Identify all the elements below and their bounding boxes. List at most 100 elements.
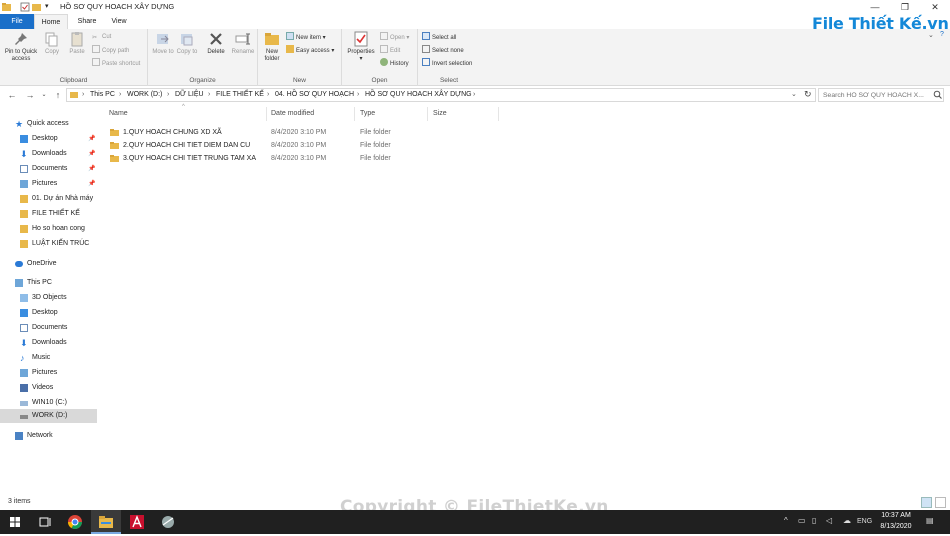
- column-header-date[interactable]: Date modified: [271, 110, 314, 117]
- tab-view[interactable]: View: [104, 14, 134, 29]
- maximize-button[interactable]: ❐: [890, 0, 920, 14]
- nav-desktop-pinned[interactable]: Desktop 📌: [0, 132, 97, 146]
- select-none-button[interactable]: Select none: [422, 45, 464, 55]
- nav-documents-pinned[interactable]: Documents 📌: [0, 162, 97, 176]
- file-explorer-taskbar-button[interactable]: [91, 510, 121, 534]
- pin-to-quick-access-button[interactable]: Pin to Quick access: [2, 31, 40, 63]
- new-folder-button[interactable]: New folder: [260, 31, 284, 63]
- column-header-type[interactable]: Type: [360, 110, 375, 117]
- task-view-button[interactable]: [30, 510, 60, 534]
- column-divider[interactable]: [354, 107, 355, 121]
- column-divider[interactable]: [266, 107, 267, 121]
- copy-path-button[interactable]: Copy path: [92, 45, 129, 55]
- app-taskbar-button[interactable]: [153, 510, 183, 534]
- input-language-indicator[interactable]: ENG: [857, 518, 872, 525]
- up-arrow-icon[interactable]: ↑: [52, 89, 64, 101]
- breadcrumb-work-d[interactable]: WORK (D:): [127, 91, 162, 98]
- clipboard-label: Clipboard: [59, 77, 88, 84]
- tab-share[interactable]: Share: [70, 14, 104, 29]
- copy-button[interactable]: Copy: [42, 31, 62, 56]
- show-hidden-icons-icon[interactable]: ^: [784, 516, 788, 525]
- large-icons-view-icon[interactable]: [935, 497, 946, 508]
- nav-recent-folder[interactable]: 01. Dự án Nhà máy: [0, 192, 97, 206]
- edit-button[interactable]: Edit: [380, 45, 400, 55]
- help-icon[interactable]: ?: [940, 31, 944, 38]
- nav-downloads[interactable]: ⬇ Downloads: [0, 336, 97, 350]
- column-divider[interactable]: [427, 107, 428, 121]
- select-all-icon: [422, 32, 430, 40]
- nav-videos[interactable]: Videos: [0, 381, 97, 395]
- breadcrumb-file-thiet-ke[interactable]: FILE THIẾT KẾ: [216, 91, 264, 98]
- customize-quick-access-icon[interactable]: ▾: [45, 2, 55, 12]
- nav-pictures-pinned[interactable]: Pictures 📌: [0, 177, 97, 191]
- nav-onedrive[interactable]: OneDrive: [0, 257, 97, 271]
- nav-3d-objects[interactable]: 3D Objects: [0, 291, 97, 305]
- nav-recent-folder[interactable]: Ho so hoan cong: [0, 222, 97, 236]
- chrome-taskbar-button[interactable]: [60, 510, 90, 534]
- properties-button[interactable]: Properties ▾: [344, 31, 378, 63]
- forward-arrow-icon[interactable]: →: [24, 89, 36, 101]
- column-header-name[interactable]: Name: [109, 110, 128, 117]
- easy-access-button[interactable]: Easy access ▾: [286, 45, 334, 55]
- file-row[interactable]: 2.QUY HOACH CHI TIET DIEM DAN CU 8/4/202…: [106, 139, 446, 152]
- open-button[interactable]: Open ▾: [380, 32, 409, 42]
- notifications-icon[interactable]: ▤: [926, 516, 934, 525]
- column-divider[interactable]: [498, 107, 499, 121]
- paste-shortcut-button[interactable]: Paste shortcut: [92, 58, 140, 68]
- select-all-button[interactable]: Select all: [422, 32, 456, 42]
- delete-button[interactable]: Delete: [204, 31, 228, 56]
- clock-time[interactable]: 10:37 AM: [872, 512, 920, 519]
- nav-desktop[interactable]: Desktop: [0, 306, 97, 320]
- properties-quick-icon[interactable]: [20, 2, 30, 12]
- nav-network[interactable]: Network: [0, 429, 97, 443]
- nav-drive-d-selected[interactable]: WORK (D:): [0, 409, 97, 423]
- breadcrumb-du-lieu[interactable]: DỮ LIỆU: [175, 91, 204, 98]
- address-dropdown-icon[interactable]: ⌄: [791, 90, 797, 98]
- nav-music[interactable]: ♪ Music: [0, 351, 97, 365]
- new-item-button[interactable]: New item ▾: [286, 32, 326, 42]
- start-button[interactable]: [0, 510, 30, 534]
- search-icon[interactable]: [933, 90, 942, 101]
- cut-button[interactable]: ✂ Cut: [92, 32, 111, 42]
- new-folder-quick-icon[interactable]: [32, 2, 42, 12]
- back-arrow-icon[interactable]: ←: [6, 89, 18, 101]
- details-view-icon[interactable]: [921, 497, 932, 508]
- nav-downloads-pinned[interactable]: ⬇ Downloads 📌: [0, 147, 97, 161]
- file-row[interactable]: 3.QUY HOACH CHI TIET TRUNG TAM XA 8/4/20…: [106, 152, 446, 165]
- nav-documents[interactable]: Documents: [0, 321, 97, 335]
- onedrive-tray-icon[interactable]: ☁: [843, 516, 851, 525]
- paste-button[interactable]: Paste: [66, 31, 88, 56]
- nav-quick-access[interactable]: ★ Quick access: [0, 117, 97, 131]
- file-date: 8/4/2020 3:10 PM: [271, 142, 327, 149]
- invert-selection-button[interactable]: Invert selection: [422, 58, 472, 68]
- meet-now-icon[interactable]: ▭: [798, 516, 806, 525]
- breadcrumb-ho-so-quy-hoach[interactable]: 04. HỒ SƠ QUY HOẠCH: [275, 91, 354, 98]
- search-input[interactable]: [823, 91, 931, 100]
- nav-recent-folder[interactable]: LUẬT KIẾN TRÚC: [0, 237, 97, 251]
- tab-home[interactable]: Home: [34, 14, 68, 29]
- copy-to-button[interactable]: Copy to: [176, 31, 198, 56]
- recent-locations-icon[interactable]: ⌄: [38, 89, 50, 101]
- breadcrumb-this-pc[interactable]: This PC: [90, 91, 115, 98]
- address-bar[interactable]: › This PC › WORK (D:) › DỮ LIỆU › FILE T…: [66, 88, 816, 102]
- nav-pictures[interactable]: Pictures: [0, 366, 97, 380]
- network-status-icon[interactable]: ▯: [812, 516, 816, 525]
- history-button[interactable]: History: [380, 58, 409, 68]
- clock-date[interactable]: 8/13/2020: [872, 523, 920, 530]
- volume-icon[interactable]: ◁: [826, 516, 832, 525]
- ribbon-tabs: File Home Share View: [0, 14, 950, 29]
- refresh-icon[interactable]: ↻: [804, 89, 812, 100]
- tab-file[interactable]: File: [0, 14, 34, 29]
- rename-button[interactable]: Rename: [230, 31, 256, 56]
- nav-drive-c[interactable]: WIN10 (C:): [0, 396, 97, 410]
- column-header-size[interactable]: Size: [433, 110, 447, 117]
- file-row[interactable]: 1.QUY HOACH CHUNG XD XÃ 8/4/2020 3:10 PM…: [106, 126, 446, 139]
- collapse-ribbon-icon[interactable]: ⌄: [928, 31, 934, 39]
- nav-recent-folder[interactable]: FILE THIẾT KẾ: [0, 207, 97, 221]
- close-button[interactable]: ✕: [920, 0, 950, 14]
- autocad-taskbar-button[interactable]: [122, 510, 152, 534]
- breadcrumb-current-folder[interactable]: HỒ SƠ QUY HOACH XÂY DỰNG: [365, 91, 472, 98]
- nav-this-pc[interactable]: This PC: [0, 276, 97, 290]
- move-to-button[interactable]: Move to: [152, 31, 174, 56]
- minimize-button[interactable]: —: [860, 0, 890, 14]
